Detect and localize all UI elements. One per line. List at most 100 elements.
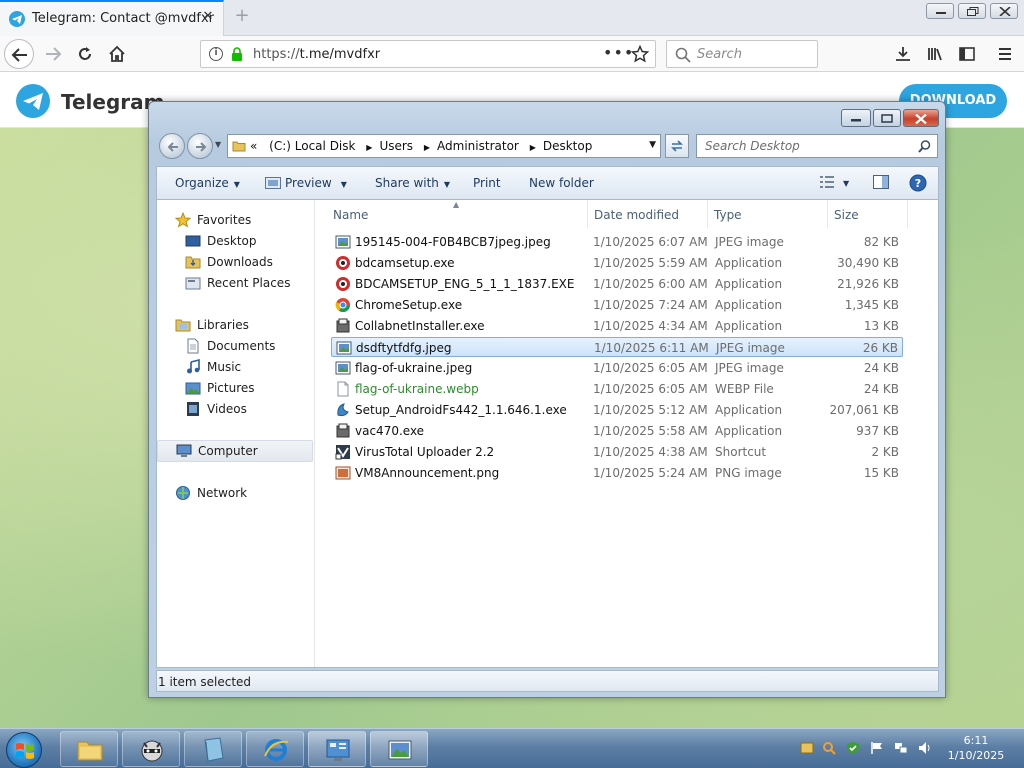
browser-tab-telegram[interactable]: Telegram: Contact @mvdfxr ✕ <box>0 0 224 36</box>
browser-search-placeholder: Search <box>697 47 742 62</box>
print-button[interactable]: Print <box>473 176 501 190</box>
status-bar: 1 item selected <box>156 670 939 692</box>
breadcrumb-local-disk[interactable]: (C:) Local Disk <box>269 139 355 153</box>
column-header-type[interactable]: Type <box>714 208 742 228</box>
taskbar-explorer-button[interactable] <box>60 731 118 767</box>
new-folder-button[interactable]: New folder <box>529 176 594 190</box>
taskbar-bandicam-button[interactable] <box>122 731 180 767</box>
tray-search-icon[interactable] <box>822 741 836 755</box>
file-row[interactable]: dsdftytfdfg.jpeg 1/10/2025 6:11 AM JPEG im… <box>331 337 903 357</box>
tray-app-icon[interactable] <box>800 741 814 755</box>
breadcrumb-desktop[interactable]: Desktop <box>543 139 593 153</box>
file-name: flag-of-ukraine.jpeg <box>355 361 473 375</box>
explorer-back-button[interactable] <box>159 133 185 159</box>
bandicam-icon <box>335 276 351 292</box>
help-icon[interactable]: ? <box>909 174 927 195</box>
file-size: 207,061 KB <box>829 403 899 417</box>
file-icon <box>335 381 351 397</box>
home-button[interactable] <box>104 41 130 67</box>
tray-network-icon[interactable] <box>894 741 908 755</box>
taskbar-control-panel-button[interactable] <box>308 731 366 767</box>
explorer-forward-button[interactable] <box>187 133 213 159</box>
breadcrumb-users[interactable]: Users <box>379 139 413 153</box>
explorer-minimize-button[interactable] <box>841 109 871 127</box>
file-name: CollabnetInstaller.exe <box>355 319 485 333</box>
browser-close-button[interactable] <box>990 3 1018 19</box>
site-info-icon[interactable]: i <box>209 47 223 61</box>
refresh-button[interactable] <box>665 134 689 158</box>
browser-minimize-button[interactable] <box>926 3 954 19</box>
taskbar-notepad-button[interactable] <box>184 731 242 767</box>
file-row[interactable]: flag-of-ukraine.webp 1/10/2025 6:05 AM WEB… <box>331 379 903 399</box>
column-header-name[interactable]: Name <box>333 208 368 228</box>
address-row: ▼ « (C:) Local Disk ▶ Users ▶ Administrato… <box>149 130 945 162</box>
page-actions-icon[interactable]: ••• <box>603 43 634 62</box>
file-type: Application <box>715 256 783 270</box>
address-dropdown-icon[interactable]: ▼ <box>649 140 656 150</box>
tray-flag-icon[interactable] <box>870 741 884 755</box>
breadcrumb[interactable]: « (C:) Local Disk ▶ Users ▶ Administrator … <box>227 134 661 158</box>
file-row[interactable]: VM8Announcement.png 1/10/2025 5:24 AM PNG … <box>331 463 903 483</box>
taskbar-ie-button[interactable] <box>246 731 304 767</box>
start-button[interactable] <box>6 732 42 768</box>
browser-restore-button[interactable] <box>958 3 986 19</box>
explorer-content: Favorites Desktop Downloads Recent Place… <box>156 199 939 668</box>
sidebar-icon[interactable] <box>954 41 980 67</box>
file-row[interactable]: vac470.exe 1/10/2025 5:58 AM Application 93… <box>331 421 903 441</box>
taskbar-image-viewer-button[interactable] <box>370 731 428 767</box>
column-divider[interactable] <box>707 200 708 228</box>
column-header-date[interactable]: Date modified <box>594 208 679 228</box>
new-tab-icon[interactable]: + <box>232 6 252 26</box>
taskbar-clock[interactable]: 6:11 1/10/2025 <box>936 733 1016 763</box>
file-row[interactable]: ChromeSetup.exe 1/10/2025 7:24 AM Applicat… <box>331 295 903 315</box>
library-icon[interactable] <box>922 41 948 67</box>
tray-volume-icon[interactable] <box>918 741 932 755</box>
downloads-icon[interactable] <box>890 41 916 67</box>
organize-button[interactable]: Organize ▼ <box>175 176 240 190</box>
preview-button[interactable]: Preview ▼ <box>265 176 347 190</box>
image-icon <box>335 360 351 376</box>
explorer-search-input[interactable]: Search Desktop <box>696 134 938 158</box>
file-list-pane: Name ▲ Date modified Type Size 195145-00… <box>315 200 939 667</box>
menu-icon[interactable] <box>992 41 1018 67</box>
file-row[interactable]: 195145-004-F0B4BCB7jpeg.jpeg 1/10/2025 6:… <box>331 232 903 252</box>
reload-button[interactable] <box>72 41 98 67</box>
file-date: 1/10/2025 6:05 AM <box>593 361 708 375</box>
file-type: WEBP File <box>715 382 774 396</box>
column-divider[interactable] <box>587 200 588 228</box>
file-row[interactable]: CollabnetInstaller.exe 1/10/2025 4:34 AM A… <box>331 316 903 336</box>
file-row[interactable]: bdcamsetup.exe 1/10/2025 5:59 AM Applicati… <box>331 253 903 273</box>
file-row[interactable]: BDCAMSETUP_ENG_5_1_1_1837.EXE 1/10/2025 6… <box>331 274 903 294</box>
nav-computer[interactable]: Computer <box>157 440 313 462</box>
file-row[interactable]: Setup_AndroidFs442_1.1.646.1.exe 1/10/202… <box>331 400 903 420</box>
explorer-maximize-button[interactable] <box>873 109 901 127</box>
recent-pages-dropdown-icon[interactable]: ▼ <box>215 140 221 149</box>
url-bar[interactable]: i https://t.me/mvdfxr ••• <box>200 40 656 68</box>
tab-close-icon[interactable]: ✕ <box>200 9 216 25</box>
column-divider[interactable] <box>827 200 828 228</box>
explorer-close-button[interactable] <box>903 109 939 127</box>
column-divider[interactable] <box>907 200 908 228</box>
preview-pane-icon[interactable] <box>873 175 889 192</box>
url-text: https://t.me/mvdfxr <box>253 47 381 62</box>
folder-icon <box>232 139 246 156</box>
taskbar: 6:11 1/10/2025 <box>0 728 1024 768</box>
file-row[interactable]: flag-of-ukraine.jpeg 1/10/2025 6:05 AM JPE… <box>331 358 903 378</box>
breadcrumb-administrator[interactable]: Administrator <box>437 139 519 153</box>
browser-search-field[interactable]: Search <box>666 40 818 68</box>
file-type: Application <box>715 319 783 333</box>
file-date: 1/10/2025 4:38 AM <box>593 445 708 459</box>
explorer-search-placeholder: Search Desktop <box>705 139 800 153</box>
column-header-size[interactable]: Size <box>834 208 859 228</box>
tray-security-icon[interactable] <box>846 741 860 755</box>
chrome-icon <box>335 297 351 313</box>
change-view-icon[interactable]: ▼ <box>819 175 849 192</box>
file-type: Application <box>715 403 783 417</box>
share-with-button[interactable]: Share with ▼ <box>375 176 450 190</box>
forward-button[interactable] <box>40 41 66 67</box>
file-size: 937 KB <box>856 424 899 438</box>
installer-icon <box>335 318 351 334</box>
file-row[interactable]: VirusTotal Uploader 2.2 1/10/2025 4:38 AM… <box>331 442 903 462</box>
back-button[interactable] <box>4 39 34 69</box>
bookmark-star-icon[interactable] <box>630 44 650 66</box>
